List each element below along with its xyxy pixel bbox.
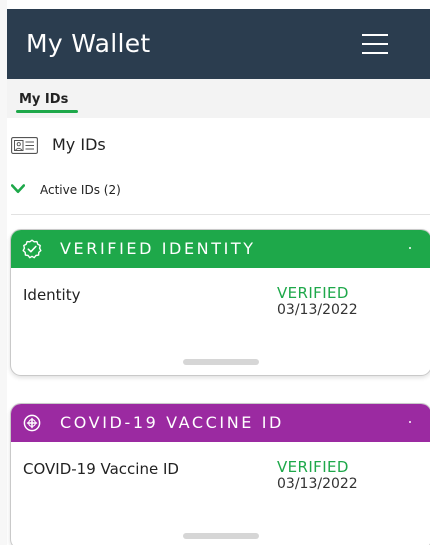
card-name: Identity — [23, 286, 81, 304]
card-name: COVID-19 Vaccine ID — [23, 460, 179, 478]
verified-badge-icon — [22, 239, 42, 259]
section-title: My IDs — [52, 135, 106, 154]
vaccine-shield-icon — [23, 414, 41, 432]
app-header: My Wallet — [7, 9, 430, 79]
id-card-verified-identity[interactable]: VERIFIED IDENTITY Identity VERIFIED 03/1… — [10, 229, 430, 376]
divider — [11, 214, 430, 215]
active-tab-indicator — [16, 110, 78, 113]
card-header-band: VERIFIED IDENTITY — [11, 230, 430, 268]
left-edge-strip — [0, 0, 7, 545]
card-band-title: VERIFIED IDENTITY — [60, 239, 256, 258]
card-options-dot[interactable] — [409, 421, 411, 423]
app-title: My Wallet — [26, 29, 151, 58]
card-status: VERIFIED — [277, 458, 349, 476]
card-drag-handle[interactable] — [183, 533, 259, 539]
tab-my-ids[interactable]: My IDs — [19, 92, 68, 107]
card-band-title: COVID-19 VACCINE ID — [60, 413, 284, 432]
tab-bar: My IDs — [7, 79, 430, 118]
active-ids-label: Active IDs (2) — [40, 183, 121, 197]
card-header-band: COVID-19 VACCINE ID — [11, 404, 430, 442]
chevron-down-icon — [11, 184, 25, 194]
card-date: 03/13/2022 — [277, 476, 358, 492]
card-status: VERIFIED — [277, 284, 349, 302]
card-drag-handle[interactable] — [183, 359, 259, 365]
id-card-icon — [11, 137, 38, 154]
card-date: 03/13/2022 — [277, 302, 358, 318]
id-card-covid-vaccine[interactable]: COVID-19 VACCINE ID COVID-19 Vaccine ID … — [10, 403, 430, 545]
hamburger-menu-icon[interactable] — [362, 33, 388, 55]
card-options-dot[interactable] — [409, 247, 411, 249]
